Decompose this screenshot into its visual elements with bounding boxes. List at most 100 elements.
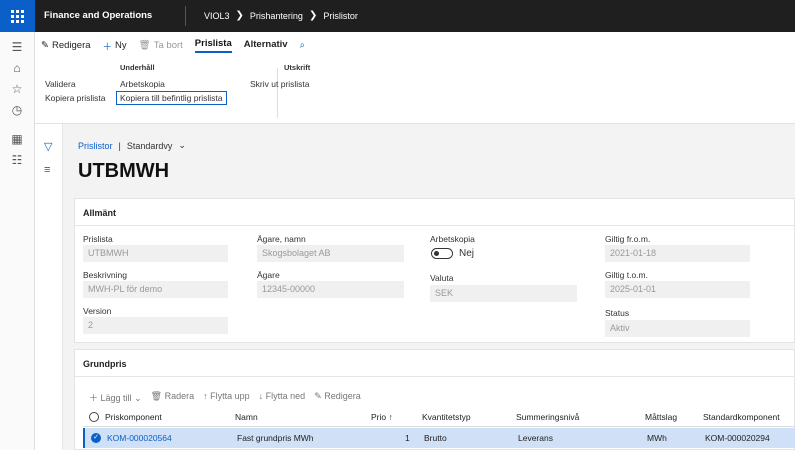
col-header-name[interactable]: Namn [235,412,258,422]
grid-header: Priskomponent Namn Prio ↑ Kvantitetstyp … [83,407,795,427]
chevron-down-icon: ⌄ [134,393,142,403]
view-name[interactable]: Standardvy [127,141,173,151]
add-label: Lägg till [100,393,132,403]
working-copy-toggle[interactable] [431,248,453,259]
left-navigation: ☰ ⌂ ☆ ◷ ▦ ☷ [0,32,35,450]
general-card: Allmänt Prislista UTBMWH Beskrivning MWH… [74,198,795,343]
remove-label: Radera [164,391,195,401]
edit-label: Redigera [51,40,91,51]
top-bar: Finance and Operations VIOL3 ❯ Prishante… [0,0,795,32]
owner-field[interactable]: 12345-00000 [257,281,404,298]
pencil-icon: ✎ [41,40,49,51]
breadcrumb-module[interactable]: Prishantering [250,11,303,21]
breadcrumb-page[interactable]: Prislistor [323,11,358,21]
pencil-icon: ✎ [314,391,322,401]
move-down-button[interactable]: ↓ Flytta ned [259,391,306,404]
delete-button[interactable]: 🗑 Ta bort [139,40,183,51]
currency-field[interactable]: SEK [430,285,577,302]
main-content: Prislistor | Standardvy ⌄ UTBMWH Allmänt… [63,124,795,450]
col-header-std-component[interactable]: Standardkomponent [703,412,780,422]
app-title[interactable]: Finance and Operations [44,10,152,21]
status-label: Status [605,308,630,318]
version-label: Version [83,306,112,316]
col-header-sum-level[interactable]: Summeringsnivå [516,412,579,422]
col-header-unit[interactable]: Måttslag [645,412,677,422]
working-copy-button[interactable]: Arbetskopia [120,79,165,89]
page-link[interactable]: Prislistor [78,141,113,151]
plus-icon: ＋ [102,41,113,53]
col-header-qty-type[interactable]: Kvantitetstyp [422,412,471,422]
select-all-radio[interactable] [89,412,99,422]
view-selector: Prislistor | Standardvy ⌄ [78,140,186,151]
move-up-label: Flytta upp [210,391,250,401]
tab-prislista[interactable]: Prislista [194,38,232,53]
owner-name-label: Ägare, namn [257,234,306,244]
tab-alternativ[interactable]: Alternativ [244,39,288,52]
print-price-list-button[interactable]: Skriv ut prislista [250,79,310,89]
cell-std-component: KOM-000020294 [705,433,770,443]
col-header-component[interactable]: Priskomponent [105,412,162,422]
validate-button[interactable]: Validera [45,79,76,89]
list-icon[interactable]: ≡ [44,164,50,176]
app-launcher-button[interactable] [0,0,35,32]
move-up-button[interactable]: ↑ Flytta upp [203,391,250,404]
remove-button[interactable]: 🗑 Radera [151,391,194,404]
delete-label: Ta bort [153,40,183,51]
group-divider [277,68,278,118]
price-list-field[interactable]: UTBMWH [83,245,228,262]
search-icon[interactable]: ⌕ [300,40,305,51]
modules-icon[interactable]: ☷ [10,153,24,167]
valid-from-field[interactable]: 2021-01-18 [605,245,750,262]
col-header-prio[interactable]: Prio ↑ [371,412,393,422]
cell-prio: 1 [405,433,410,443]
arrow-down-icon: ↓ [258,391,264,401]
action-pane-toolbar: ✎ Redigera ＋ Ny 🗑 Ta bort Prislista Alte… [41,38,305,53]
copy-to-existing-button[interactable]: Kopiera till befintlig prislista [116,91,227,105]
breadcrumb: VIOL3 ❯ Prishantering ❯ Prislistor [204,10,358,21]
filter-icon[interactable]: ▽ [44,140,52,153]
move-down-label: Flytta ned [265,391,306,401]
base-price-header[interactable]: Grundpris [83,359,127,369]
cell-component[interactable]: KOM-000020564 [107,433,172,443]
status-field[interactable]: Aktiv [605,320,750,337]
table-row[interactable]: ✓ KOM-000020564 Fast grundpris MWh 1 Bru… [83,428,795,448]
view-separator: | [118,140,121,151]
home-icon[interactable]: ⌂ [10,61,24,75]
new-button[interactable]: ＋ Ny [103,39,127,53]
cell-name: Fast grundpris MWh [237,433,314,443]
owner-name-field[interactable]: Skogsbolaget AB [257,245,404,262]
description-label: Beskrivning [83,270,127,280]
top-divider [185,6,186,26]
working-copy-label: Arbetskopia [430,234,475,244]
breadcrumb-company[interactable]: VIOL3 [204,11,230,21]
card-divider [75,225,795,226]
base-price-card: Grundpris ＋ Lägg till ⌄ 🗑 Radera ↑ Flytt… [74,349,795,450]
workspace-icon[interactable]: ▦ [10,132,24,146]
edit-button[interactable]: ✎ Redigera [41,40,91,51]
edit-row-label: Redigera [324,391,361,401]
copy-price-list-button[interactable]: Kopiera prislista [45,93,105,103]
arrow-up-icon: ↑ [203,391,208,401]
group-title-print: Utskrift [284,63,311,72]
star-icon[interactable]: ☆ [10,82,24,96]
grid-toolbar: ＋ Lägg till ⌄ 🗑 Radera ↑ Flytta upp ↓ Fl… [89,391,361,404]
chevron-down-icon[interactable]: ⌄ [178,140,186,151]
clock-icon[interactable]: ◷ [10,103,24,117]
hamburger-icon[interactable]: ☰ [10,40,24,54]
cell-qty-type: Brutto [424,433,447,443]
working-copy-value: Nej [459,248,475,259]
currency-label: Valuta [430,273,454,283]
cell-unit: MWh [647,433,667,443]
general-header[interactable]: Allmänt [83,208,116,218]
action-pane: ✎ Redigera ＋ Ny 🗑 Ta bort Prislista Alte… [35,32,795,124]
card-divider [75,376,795,377]
valid-from-label: Giltig fr.o.m. [605,234,651,244]
version-field[interactable]: 2 [83,317,228,334]
description-field[interactable]: MWH-PL för demo [83,281,228,298]
checkmark-icon[interactable]: ✓ [91,433,101,443]
page-title: UTBMWH [78,160,170,182]
edit-row-button[interactable]: ✎ Redigera [314,391,361,404]
add-button[interactable]: ＋ Lägg till ⌄ [89,391,142,404]
filter-pane: ▽ ≡ [35,124,63,450]
valid-to-field[interactable]: 2025-01-01 [605,281,750,298]
